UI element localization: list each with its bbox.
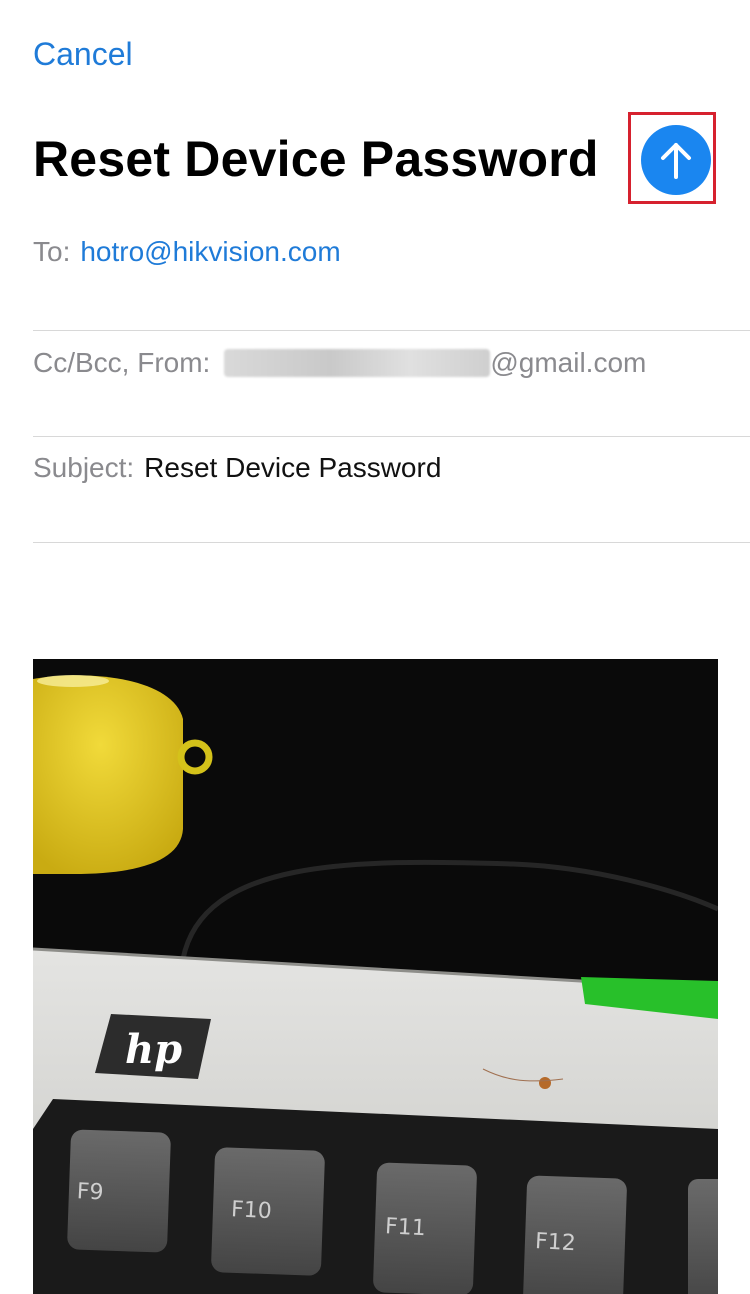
ccbcc-from-field[interactable]: Cc/Bcc, From: @gmail.com [33,347,750,437]
key-f12: F12 [534,1229,576,1256]
attached-photo: hp F9 F10 F11 F12 [33,659,718,1294]
subject-label: Subject: [33,452,135,483]
key-f9: F9 [76,1179,104,1205]
send-button[interactable] [641,125,711,195]
subject-value[interactable]: Reset Device Password [144,452,441,483]
ccbcc-from-label: Cc/Bcc, From: [33,347,211,378]
subject-field[interactable]: Subject: Reset Device Password [33,452,750,543]
to-field[interactable]: To: hotro@hikvision.com [33,236,750,331]
hp-logo-text: hp [125,1026,182,1073]
arrow-up-icon [661,143,691,179]
from-address-redacted [224,349,491,377]
to-recipient[interactable]: hotro@hikvision.com [80,236,340,267]
key-f10: F10 [230,1197,272,1224]
cancel-button[interactable]: Cancel [33,36,133,73]
key-f11: F11 [384,1214,426,1241]
to-label: To: [33,236,71,267]
from-address-domain: @gmail.com [490,347,647,378]
page-title: Reset Device Password [33,131,599,187]
